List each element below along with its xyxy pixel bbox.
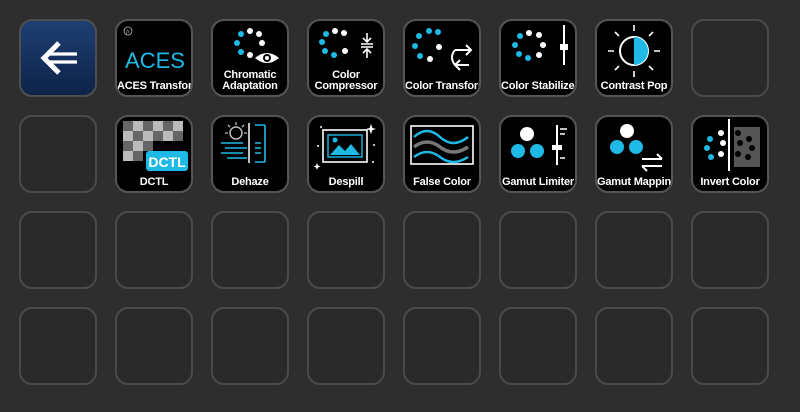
key-label: Invert Color: [700, 176, 760, 188]
key-label: Gamut Mapping: [597, 176, 673, 188]
empty-key[interactable]: [595, 307, 673, 385]
color-stabilizer-key[interactable]: Color Stabilizer: [499, 19, 577, 97]
color-compressor-key[interactable]: Color Compressor: [307, 19, 385, 97]
aces-transform-key[interactable]: fx ACES ACES Transform: [115, 19, 193, 97]
empty-key[interactable]: [691, 211, 769, 289]
key-label: ACES Transform: [117, 80, 193, 92]
key-label: Chromatic Adaptation: [222, 69, 278, 92]
back-arrow-icon: [40, 41, 77, 75]
empty-key[interactable]: [19, 211, 97, 289]
empty-key[interactable]: [403, 307, 481, 385]
invert-color-key[interactable]: Invert Color: [691, 115, 769, 193]
empty-key[interactable]: [403, 211, 481, 289]
key-label: Despill: [328, 176, 364, 188]
empty-key[interactable]: [307, 307, 385, 385]
despill-key[interactable]: Despill: [307, 115, 385, 193]
svg-text:ACES: ACES: [125, 48, 185, 73]
false-color-key[interactable]: False Color: [403, 115, 481, 193]
key-label: DCTL: [139, 176, 169, 188]
key-label: Color Stabilizer: [501, 80, 577, 92]
empty-key[interactable]: [19, 307, 97, 385]
empty-key[interactable]: [691, 307, 769, 385]
key-label: Dehaze: [231, 176, 269, 188]
empty-key[interactable]: [19, 115, 97, 193]
gamut-mapping-key[interactable]: Gamut Mapping: [595, 115, 673, 193]
color-transform-key[interactable]: Color Transform: [403, 19, 481, 97]
contrast-pop-key[interactable]: Contrast Pop: [595, 19, 673, 97]
svg-text:DCTL: DCTL: [148, 154, 186, 170]
empty-key[interactable]: [115, 211, 193, 289]
gamut-limiter-key[interactable]: Gamut Limiter: [499, 115, 577, 193]
back-button[interactable]: [19, 19, 97, 97]
key-label: Gamut Limiter: [502, 176, 574, 188]
key-label: Color Compressor: [314, 69, 378, 92]
dctl-key[interactable]: DCTL DCTL: [115, 115, 193, 193]
key-label: Color Transform: [405, 80, 481, 92]
empty-key[interactable]: [499, 211, 577, 289]
dehaze-key[interactable]: Dehaze: [211, 115, 289, 193]
empty-key[interactable]: [691, 19, 769, 97]
empty-key[interactable]: [499, 307, 577, 385]
key-label: Contrast Pop: [600, 80, 668, 92]
empty-key[interactable]: [307, 211, 385, 289]
empty-key[interactable]: [211, 307, 289, 385]
empty-key[interactable]: [115, 307, 193, 385]
stream-deck-grid: fx ACES ACES Transform ChromaticAdaptati…: [0, 0, 800, 412]
empty-key[interactable]: [595, 211, 673, 289]
chromatic-adaptation-key[interactable]: Chromatic Adaptation: [211, 19, 289, 97]
empty-key[interactable]: [211, 211, 289, 289]
key-label: False Color: [413, 176, 471, 188]
